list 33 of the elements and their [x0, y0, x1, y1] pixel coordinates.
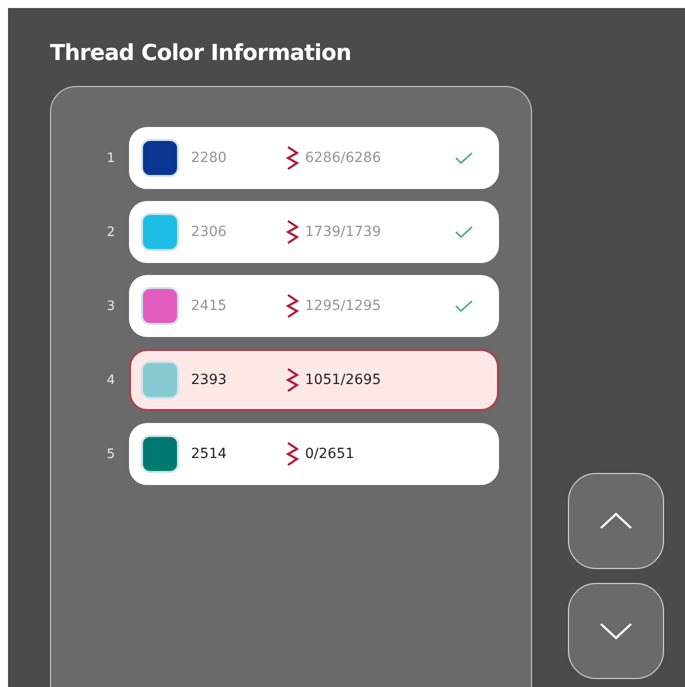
stitch-count: 1739/1739: [305, 224, 382, 240]
check-icon: [455, 299, 473, 313]
stitch-count: 0/2651: [305, 446, 356, 462]
thread-code: 2393: [191, 372, 228, 388]
thread-row[interactable]: 2415 1295/1295: [129, 275, 499, 337]
thread-row[interactable]: 2514 0/2651: [129, 423, 499, 485]
scroll-down-button[interactable]: [568, 583, 664, 679]
zigzag-stitch-icon: [285, 367, 299, 393]
thread-index: 4: [106, 372, 116, 388]
chevron-up-icon: [599, 511, 633, 531]
thread-code: 2514: [191, 446, 228, 462]
thread-index: 5: [106, 446, 116, 462]
screen-title: Thread Color Information: [50, 41, 352, 66]
zigzag-stitch-icon: [285, 441, 299, 467]
scroll-up-button[interactable]: [568, 473, 664, 569]
zigzag-stitch-icon: [285, 219, 299, 245]
stitch-count: 6286/6286: [305, 150, 382, 166]
thread-code: 2306: [191, 224, 228, 240]
stitch-count: 1051/2695: [305, 372, 382, 388]
thread-row[interactable]: 2306 1739/1739: [129, 201, 499, 263]
chevron-down-icon: [599, 621, 633, 641]
thread-code: 2415: [191, 298, 228, 314]
stitch-count: 1295/1295: [305, 298, 382, 314]
zigzag-stitch-icon: [285, 293, 299, 319]
thread-code: 2280: [191, 150, 228, 166]
thread-index: 3: [106, 298, 116, 314]
thread-index: 2: [106, 224, 116, 240]
thread-row[interactable]: 2393 1051/2695: [129, 349, 499, 411]
thread-row[interactable]: 2280 6286/6286: [129, 127, 499, 189]
thread-index: 1: [106, 150, 116, 166]
check-icon: [455, 225, 473, 239]
check-icon: [455, 151, 473, 165]
zigzag-stitch-icon: [285, 145, 299, 171]
